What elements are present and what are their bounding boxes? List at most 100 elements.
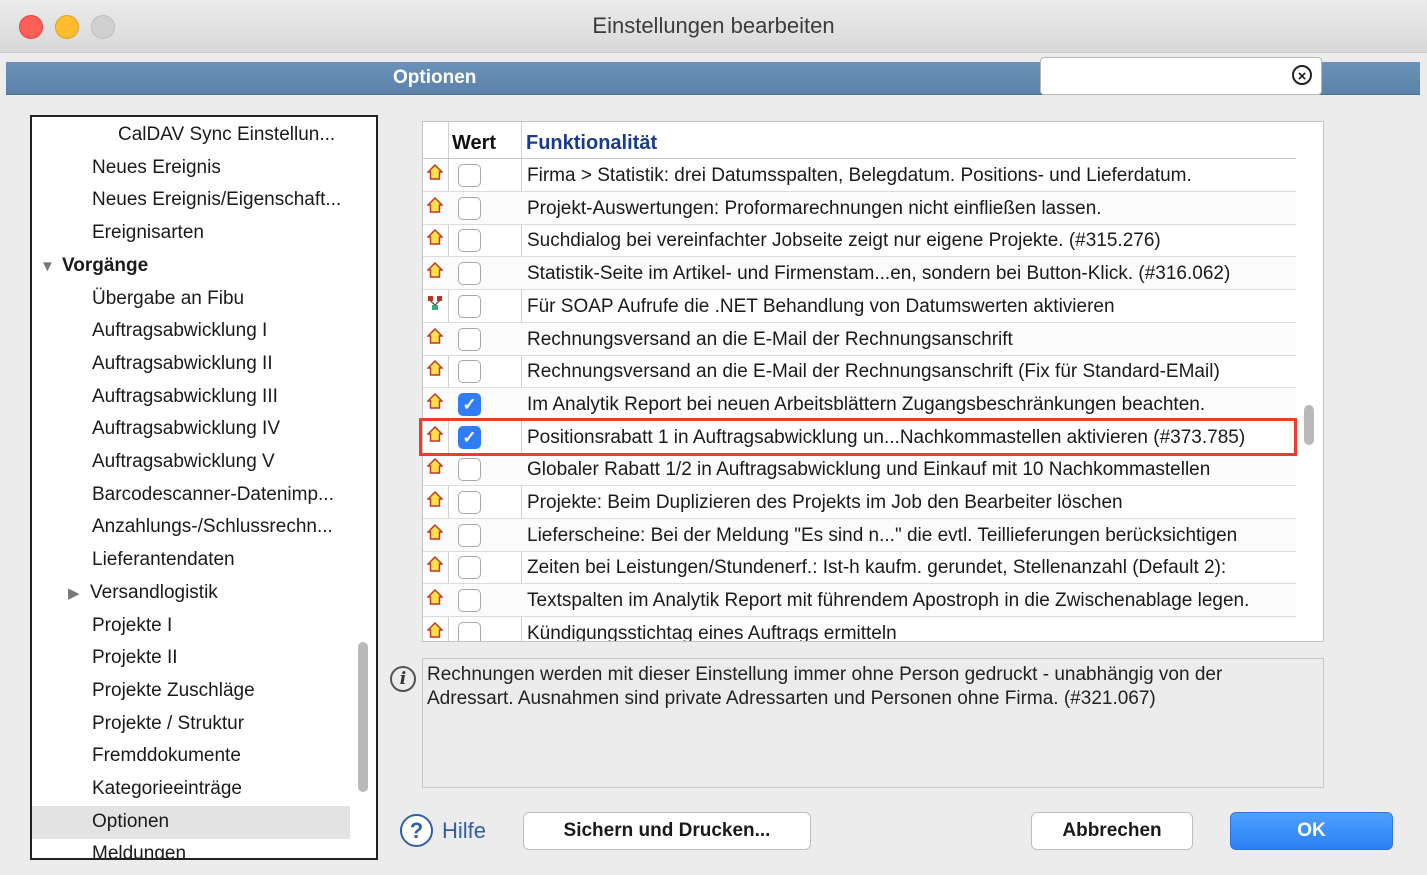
checkbox[interactable] — [458, 196, 481, 220]
table-scrollbar[interactable] — [1304, 405, 1314, 445]
checkbox[interactable] — [458, 360, 481, 384]
checkbox-checked[interactable]: ✓ — [458, 425, 481, 449]
sidebar-item[interactable]: Auftragsabwicklung I — [92, 316, 267, 346]
cancel-button[interactable]: Abbrechen — [1031, 812, 1193, 850]
sidebar-item-label: Versandlogistik — [90, 581, 218, 603]
sidebar-item[interactable]: Ereignisarten — [92, 218, 204, 248]
checkbox[interactable] — [458, 327, 481, 351]
table-row[interactable]: Rechnungsversand an die E-Mail der Rechn… — [423, 322, 1296, 356]
title-bar: Einstellungen bearbeiten — [0, 0, 1427, 53]
sidebar-item-label: Vorgänge — [62, 254, 149, 276]
home-icon — [426, 327, 444, 344]
checkbox[interactable] — [458, 589, 481, 613]
sidebar-item[interactable]: CalDAV Sync Einstellun... — [118, 120, 335, 150]
home-icon — [426, 392, 444, 409]
sidebar-selection — [32, 805, 350, 839]
home-icon — [426, 621, 444, 638]
checkbox[interactable] — [458, 294, 481, 318]
home-icon — [426, 589, 444, 605]
clear-icon[interactable]: × — [1292, 65, 1312, 85]
sidebar-item[interactable]: Projekte I — [92, 611, 172, 641]
sidebar-item[interactable]: Kategorieeinträge — [92, 774, 242, 804]
checkbox[interactable] — [458, 621, 481, 641]
row-text: Projekt-Auswertungen: Proformarechnungen… — [527, 197, 1102, 219]
sidebar-item-label: Auftragsabwicklung IV — [92, 418, 280, 440]
row-text: Firma > Statistik: drei Datumsspalten, B… — [527, 165, 1192, 186]
network-icon — [427, 295, 443, 311]
home-icon — [426, 425, 444, 442]
help-link[interactable]: Hilfe — [442, 818, 486, 844]
table-row[interactable]: Firma > Statistik: drei Datumsspalten, B… — [423, 159, 1296, 192]
sidebar-item-label: Neues Ereignis — [92, 156, 221, 178]
sidebar-item-label: Fremddokumente — [92, 745, 241, 767]
disclosure-open-icon[interactable]: ▼ — [40, 252, 62, 282]
sidebar-item[interactable]: Projekte Zuschläge — [92, 676, 255, 706]
disclosure-closed-icon[interactable]: ▶ — [68, 579, 90, 609]
table-row[interactable]: Textspalten im Analytik Report mit führe… — [423, 584, 1296, 618]
sidebar-item-label: Ereignisarten — [92, 222, 204, 244]
table-row[interactable]: Projekt-Auswertungen: Proformarechnungen… — [423, 191, 1296, 225]
checkbox[interactable] — [458, 458, 481, 482]
table-row[interactable]: Rechnungsversand an die E-Mail der Rechn… — [423, 355, 1296, 389]
sidebar-item[interactable]: Anzahlungs-/Schlussrechn... — [92, 512, 333, 542]
search-field[interactable]: × — [1040, 57, 1322, 95]
help-icon[interactable]: ? — [400, 814, 433, 847]
checkbox[interactable] — [458, 229, 481, 253]
table-row[interactable]: Zeiten bei Leistungen/Stundenerf.: Ist-h… — [423, 551, 1296, 585]
checkbox[interactable] — [458, 262, 481, 286]
home-icon — [426, 556, 444, 573]
row-text: Positionsrabatt 1 in Auftragsabwicklung … — [527, 426, 1246, 448]
sidebar-item-label: Barcodescanner-Datenimp... — [92, 483, 334, 505]
table-row[interactable]: Kündigungsstichtag eines Auftrags ermitt… — [423, 617, 1296, 641]
sidebar-item-label: Projekte I — [92, 614, 173, 636]
row-text: Lieferscheine: Bei der Meldung "Es sind … — [527, 524, 1238, 546]
sidebar-item[interactable]: Projekte / Struktur — [92, 709, 244, 739]
table-row[interactable]: ✓ Im Analytik Report bei neuen Arbeitsblä… — [423, 387, 1296, 421]
sidebar-item[interactable]: Fremddokumente — [92, 741, 241, 771]
table-row[interactable]: Projekte: Beim Duplizieren des Projekts … — [423, 486, 1296, 519]
window-title: Einstellungen bearbeiten — [592, 13, 835, 38]
column-header-funktionalitaet[interactable]: Funktionalität — [526, 122, 657, 158]
home-icon — [426, 458, 444, 475]
sidebar-item[interactable]: Neues Ereignis/Eigenschaft... — [92, 185, 341, 215]
table-row[interactable]: Lieferscheine: Bei der Meldung "Es sind … — [423, 518, 1296, 552]
sidebar-item[interactable]: Lieferantendaten — [92, 545, 235, 575]
table-row[interactable]: Suchdialog bei vereinfachter Jobseite ze… — [423, 224, 1296, 258]
ok-button[interactable]: OK — [1230, 812, 1393, 850]
home-icon — [426, 262, 444, 278]
home-icon — [426, 229, 444, 246]
sidebar-item[interactable]: Auftragsabwicklung III — [92, 382, 278, 412]
sidebar-item[interactable]: Optionen — [92, 807, 169, 837]
row-text: Für SOAP Aufrufe die .NET Behandlung von… — [527, 295, 1115, 317]
checkbox-checked[interactable]: ✓ — [458, 392, 481, 416]
sidebar-item[interactable]: Projekte II — [92, 643, 178, 673]
sidebar-item[interactable]: Auftragsabwicklung V — [92, 447, 275, 477]
sidebar-item[interactable]: Auftragsabwicklung II — [92, 349, 273, 379]
sidebar-item[interactable]: Übergabe an Fibu — [92, 284, 244, 314]
row-text: Statistik-Seite im Artikel- und Firmenst… — [527, 263, 1231, 285]
sidebar-scrollbar[interactable] — [358, 642, 368, 792]
sidebar-item[interactable]: ▼ Vorgänge — [40, 251, 148, 281]
column-header-wert[interactable]: Wert — [452, 122, 496, 158]
save-and-print-button[interactable]: Sichern und Drucken... — [523, 812, 811, 850]
sidebar-item-label: Kategorieeinträge — [92, 778, 242, 799]
sidebar-item[interactable]: Meldungen — [92, 839, 186, 858]
checkbox[interactable] — [458, 556, 481, 580]
sidebar-item-label: Neues Ereignis/Eigenschaft... — [92, 189, 342, 211]
table-row[interactable]: Globaler Rabatt 1/2 in Auftragsabwicklun… — [423, 453, 1296, 487]
sidebar-item[interactable]: Barcodescanner-Datenimp... — [92, 480, 334, 510]
sidebar-item-label: CalDAV Sync Einstellun... — [118, 124, 336, 145]
settings-tree[interactable]: CalDAV Sync Einstellun... Neues Ereignis N… — [30, 115, 378, 860]
sidebar-item[interactable]: Neues Ereignis — [92, 153, 221, 183]
sidebar-item[interactable]: Auftragsabwicklung IV — [92, 414, 280, 444]
sidebar-item[interactable]: ▶ Versandlogistik — [68, 578, 218, 608]
row-text: Suchdialog bei vereinfachter Jobseite ze… — [527, 230, 1161, 252]
table-row[interactable]: ✓ Positionsrabatt 1 in Auftragsabwicklung… — [423, 421, 1296, 454]
table-row[interactable]: Statistik-Seite im Artikel- und Firmenst… — [423, 257, 1296, 291]
row-text: Im Analytik Report bei neuen Arbeitsblät… — [527, 393, 1206, 415]
checkbox[interactable] — [458, 523, 481, 547]
checkbox[interactable] — [458, 491, 481, 514]
table-row[interactable]: Für SOAP Aufrufe die .NET Behandlung von… — [423, 290, 1296, 323]
sidebar-item-label: Übergabe an Fibu — [92, 287, 245, 309]
checkbox[interactable] — [458, 164, 481, 187]
